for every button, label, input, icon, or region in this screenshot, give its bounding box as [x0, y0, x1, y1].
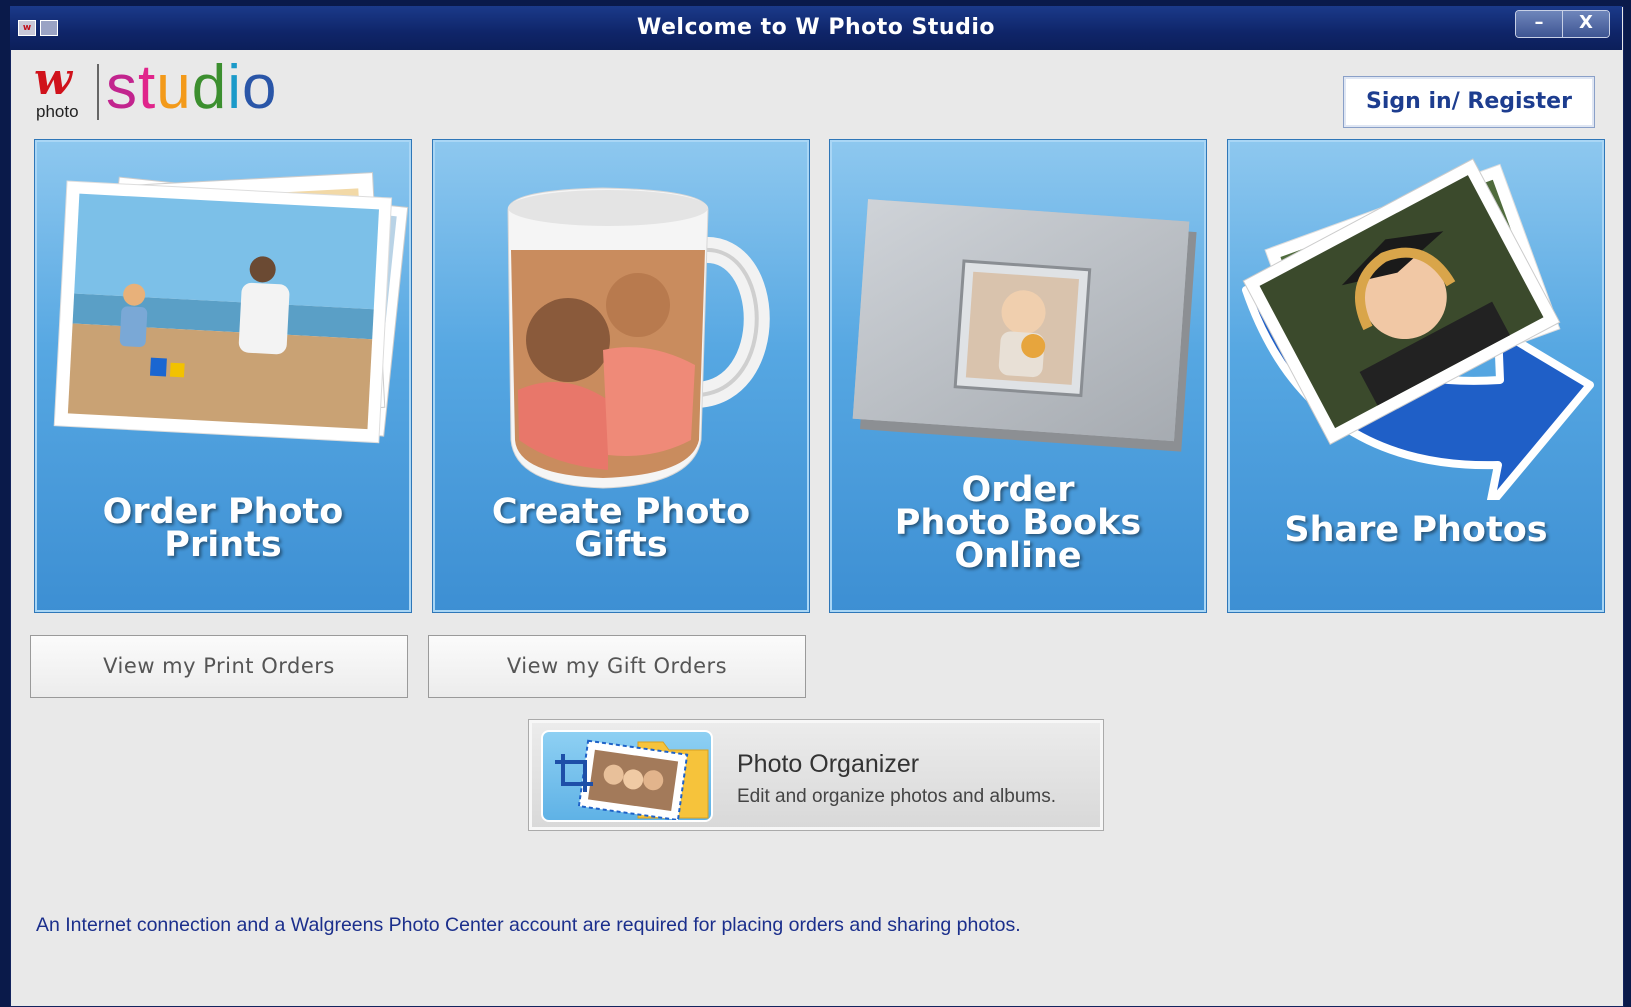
window-title: Welcome to W Photo Studio — [637, 15, 995, 40]
close-button[interactable]: X — [1562, 11, 1609, 37]
photo-mug-image — [507, 187, 770, 489]
window-controls: – X — [1515, 10, 1610, 38]
w-photo-studio-logo: w photo studio — [34, 53, 276, 122]
photo-organizer-title: Photo Organizer — [737, 750, 920, 778]
photo-book-image — [852, 199, 1197, 452]
order-photo-books-tile[interactable]: Order Photo Books Online — [829, 139, 1207, 613]
order-photo-books-label: Order Photo Books Online — [894, 470, 1142, 576]
view-print-orders-button[interactable]: View my Print Orders — [30, 635, 408, 698]
create-photo-gifts-tile[interactable]: Create Photo Gifts — [432, 139, 810, 613]
photo-organizer-button[interactable]: Photo Organizer Edit and organize photos… — [528, 719, 1104, 831]
logo-divider — [97, 64, 99, 120]
connection-notice: An Internet connection and a Walgreens P… — [36, 914, 1021, 936]
photo-organizer-subtitle: Edit and organize photos and albums. — [737, 786, 1056, 807]
share-arrow-image — [1242, 158, 1594, 500]
minimize-button[interactable]: – — [1516, 11, 1562, 37]
share-photos-tile[interactable]: Share Photos — [1227, 139, 1605, 613]
photo-organizer-icon — [541, 730, 713, 822]
create-photo-gifts-label: Create Photo Gifts — [491, 492, 751, 565]
sign-in-register-button[interactable]: Sign in/ Register — [1343, 76, 1595, 128]
share-photos-label: Share Photos — [1284, 510, 1548, 550]
walgreens-w-logo: w — [34, 54, 72, 105]
logo-photo-text: photo — [36, 102, 79, 121]
order-photo-prints-label: Order Photo Prints — [102, 492, 344, 565]
view-gift-orders-button[interactable]: View my Gift Orders — [428, 635, 806, 698]
photo-prints-image — [53, 172, 409, 444]
order-photo-prints-tile[interactable]: Order Photo Prints — [34, 139, 412, 613]
logo-studio-text: studio — [106, 53, 278, 122]
title-bar[interactable]: w Welcome to W Photo Studio – X — [10, 6, 1622, 50]
